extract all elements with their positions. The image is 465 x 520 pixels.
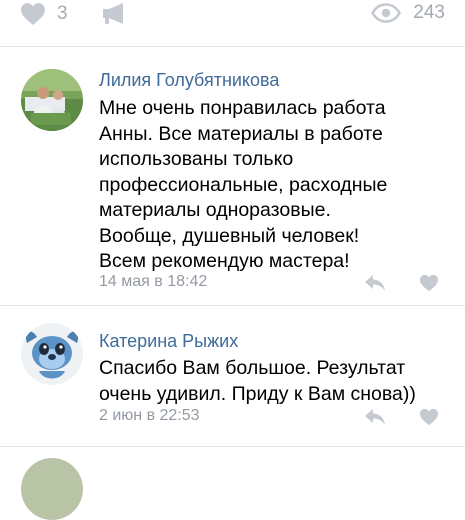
- comment-author[interactable]: Катерина Рыжих: [99, 331, 238, 352]
- heart-icon: [420, 408, 438, 426]
- comment-text: Мне очень понравилась работа Анны. Все м…: [99, 97, 388, 272]
- reply-button[interactable]: [364, 274, 386, 292]
- post-action-bar: 3 243: [0, 0, 465, 34]
- heart-icon: [420, 274, 438, 292]
- comment-like-button[interactable]: [419, 408, 439, 426]
- comment-like-button[interactable]: [419, 274, 439, 292]
- divider: [0, 446, 465, 447]
- avatar[interactable]: [21, 69, 83, 131]
- comment-item: Лилия Голубятникова Мне очень понравилас…: [0, 47, 465, 305]
- like-button[interactable]: 3: [20, 2, 68, 26]
- like-count: 3: [57, 3, 68, 24]
- reply-icon: [365, 409, 385, 425]
- comment-date: 14 мая в 18:42: [99, 273, 208, 290]
- megaphone-icon: [103, 3, 123, 24]
- reply-icon: [365, 275, 385, 291]
- heart-icon: [21, 3, 45, 25]
- avatar[interactable]: [21, 458, 83, 520]
- comment-date: 2 июн в 22:53: [99, 407, 200, 424]
- eye-icon: [371, 3, 402, 23]
- comment-author[interactable]: Лилия Голубятникова: [99, 70, 279, 91]
- views-counter: 243: [371, 2, 445, 24]
- comment-item: Катерина Рыжих Спасибо Вам большое. Резу…: [0, 306, 465, 446]
- share-button[interactable]: [102, 2, 126, 26]
- reply-button[interactable]: [364, 408, 386, 426]
- comment-text: Спасибо Вам большое. Результат очень уди…: [99, 357, 416, 405]
- avatar[interactable]: [21, 323, 83, 385]
- views-count: 243: [413, 2, 445, 23]
